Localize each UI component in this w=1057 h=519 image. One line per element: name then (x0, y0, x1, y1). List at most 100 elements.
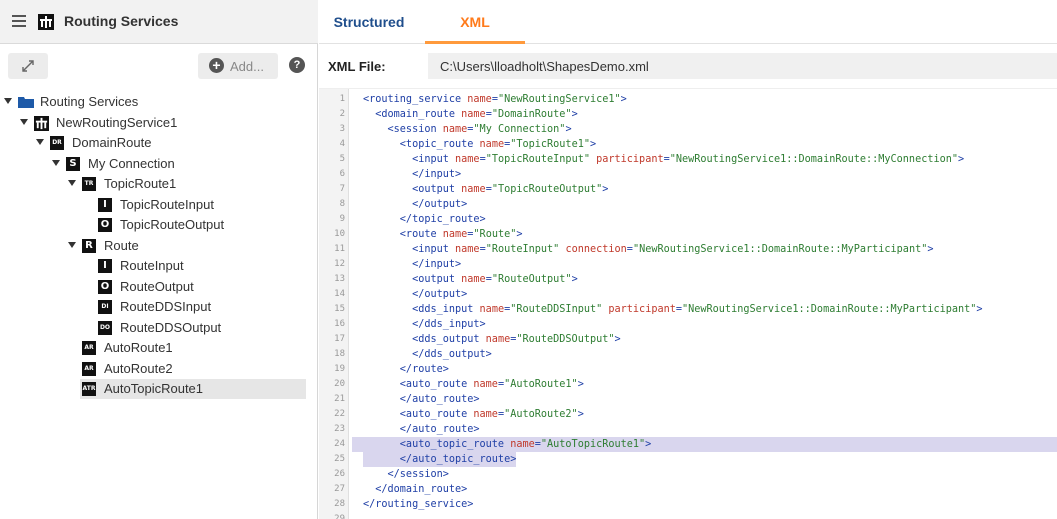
code-token: > (571, 109, 578, 120)
line-number: 8 (339, 199, 345, 209)
line-number: 17 (334, 334, 345, 344)
tree-item[interactable]: TR TopicRoute1 (0, 174, 318, 194)
input-icon: I (98, 259, 112, 273)
left-panel: Routing Services + Add... ? Routing Serv… (0, 0, 318, 519)
code-text: <route name="Route"> (363, 227, 523, 242)
line-number: 3 (339, 124, 345, 134)
tree-item[interactable]: AR AutoRoute2 (0, 359, 318, 379)
xml-file-path-input[interactable] (428, 53, 1057, 79)
code-token: > (645, 439, 652, 450)
caret-down-icon[interactable] (68, 241, 76, 248)
code-token: "NewRoutingService1" (497, 94, 621, 105)
code-token: > (620, 94, 627, 105)
code-token: > (927, 244, 934, 255)
code-token: </output> (363, 199, 468, 210)
line-number: 29 (334, 514, 345, 519)
line-number: 11 (334, 244, 345, 254)
tree-item[interactable]: DI RouteDDSInput (0, 297, 318, 317)
auto-route-icon: AR (82, 341, 96, 355)
code-token: </input> (363, 259, 462, 270)
expand-arrows-icon (22, 60, 34, 72)
code-line: 3 <session name="My Connection"> (319, 122, 1057, 137)
code-line: 6 </input> (319, 167, 1057, 182)
line-number: 10 (334, 229, 345, 239)
code-token: name (461, 274, 486, 285)
line-number: 28 (334, 499, 345, 509)
line-number: 21 (334, 394, 345, 404)
tree-item[interactable]: O RouteOutput (0, 277, 318, 297)
tree-item[interactable]: S My Connection (0, 154, 318, 174)
code-text: </input> (363, 167, 461, 182)
tree-item[interactable]: NewRoutingService1 (0, 113, 318, 133)
view-tabs: Structured XML (319, 0, 1057, 44)
code-token: </auto_route> (363, 394, 480, 405)
tree-item[interactable]: R Route (0, 236, 318, 256)
code-token: <output (363, 274, 462, 285)
code-token: name (455, 244, 480, 255)
code-token: > (602, 184, 609, 195)
code-line: 23 </auto_route> (319, 422, 1057, 437)
line-number: 15 (334, 304, 345, 314)
tree-item[interactable]: DO RouteDDSOutput (0, 318, 318, 338)
caret-down-icon[interactable] (36, 139, 44, 145)
code-text: <input name="RouteInput" connection="New… (363, 242, 933, 257)
tree-item-label: DomainRoute (72, 135, 152, 150)
code-token: name (467, 94, 492, 105)
code-token: </domain_route> (363, 484, 468, 495)
code-token: "AutoTopicRoute1" (540, 439, 646, 450)
line-number: 23 (334, 424, 345, 434)
code-token: name (479, 139, 505, 150)
code-line: 10 <route name="Route"> (319, 227, 1057, 242)
code-line: 9 </topic_route> (319, 212, 1057, 227)
xml-code-editor[interactable]: 1 <routing_service name="NewRoutingServic… (319, 88, 1057, 519)
code-token: name (461, 184, 486, 195)
code-token: "AutoRoute1" (504, 379, 578, 390)
add-button[interactable]: + Add... (198, 53, 278, 79)
tree-item-label: Route (104, 237, 139, 253)
code-line: 11 <input name="RouteInput" connection="… (319, 242, 1057, 257)
line-number: 9 (339, 214, 345, 224)
code-token: <auto_route (363, 409, 474, 420)
code-token: </dds_output> (363, 349, 492, 360)
code-text: </routing_service> (363, 497, 473, 512)
code-token: > (577, 409, 584, 420)
line-number: 12 (334, 259, 345, 269)
tab-xml[interactable]: XML (425, 0, 525, 44)
code-token: "TopicRouteOutput" (491, 184, 603, 195)
line-number: 26 (334, 469, 345, 479)
tree-item[interactable]: Routing Services (0, 92, 318, 112)
tree-item[interactable]: I RouteInput (0, 256, 318, 276)
code-token: <route (363, 229, 443, 240)
code-line: 21 </auto_route> (319, 392, 1057, 407)
code-token: connection (565, 244, 627, 255)
code-token: participant (596, 154, 664, 165)
code-text: </input> (363, 257, 461, 272)
tree-item[interactable]: ATR AutoTopicRoute1 (0, 379, 318, 399)
caret-down-icon[interactable] (20, 118, 28, 125)
code-token: "RouteInput" (485, 244, 560, 255)
code-text: </dds_input> (363, 317, 486, 332)
line-number: 27 (334, 484, 345, 494)
code-line: 19 </route> (319, 362, 1057, 377)
tree-item[interactable]: O TopicRouteOutput (0, 215, 318, 235)
code-token: name (510, 439, 535, 450)
code-token: "RouteDDSOutput" (516, 334, 615, 345)
expand-button[interactable] (8, 53, 48, 79)
code-token: "RouteOutput" (491, 274, 572, 285)
hamburger-menu-icon[interactable] (12, 15, 26, 27)
tree-item[interactable]: DR DomainRoute (0, 133, 318, 153)
tree-item[interactable]: AR AutoRoute1 (0, 338, 318, 358)
code-token: "AutoRoute2" (504, 409, 578, 420)
help-icon[interactable]: ? (289, 57, 305, 73)
tree-item[interactable]: I TopicRouteInput (0, 195, 318, 215)
code-token: "DomainRoute" (491, 109, 572, 120)
caret-down-icon[interactable] (68, 180, 76, 186)
xml-file-label: XML File: (328, 59, 386, 74)
code-token: <dds_input (363, 304, 480, 315)
caret-down-icon[interactable] (4, 98, 12, 104)
session-icon: S (66, 156, 80, 171)
code-token: name (479, 304, 505, 315)
caret-down-icon[interactable] (52, 159, 60, 166)
right-panel: Structured XML XML File: 1 <routing_servi… (319, 0, 1057, 519)
tab-structured[interactable]: Structured (329, 0, 409, 44)
